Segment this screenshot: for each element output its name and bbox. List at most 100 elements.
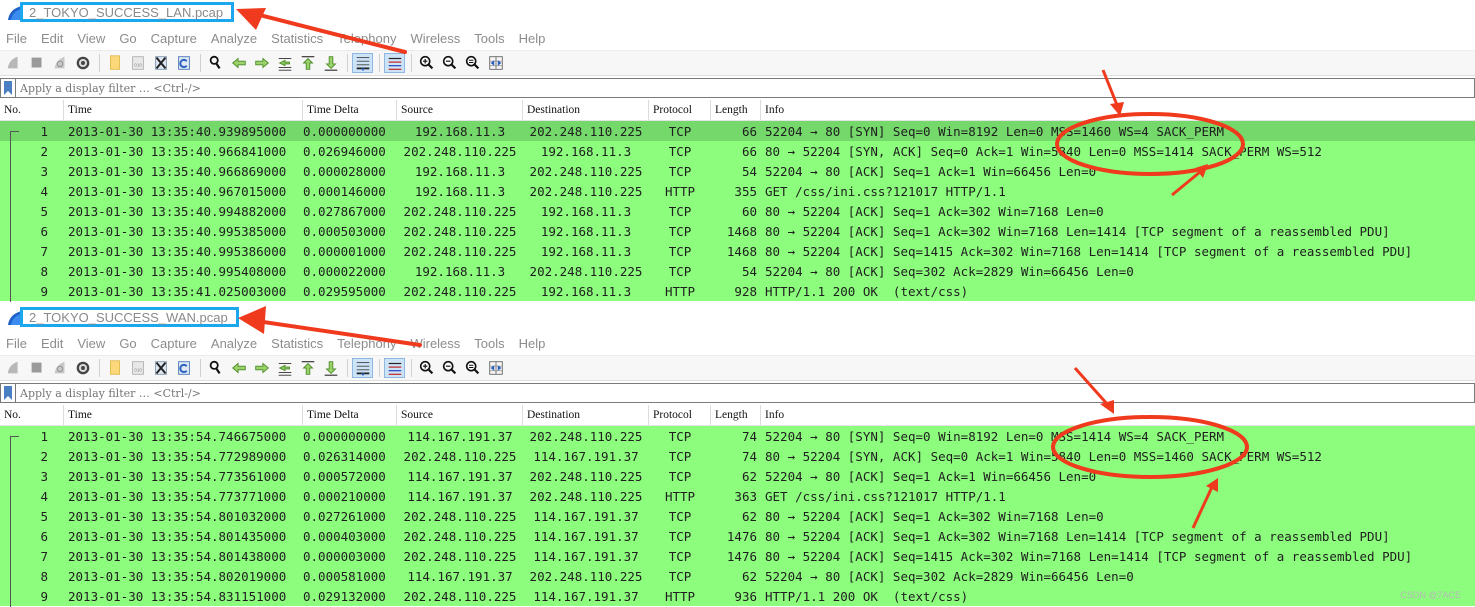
menu-go[interactable]: Go [119, 31, 136, 46]
column-header-length[interactable]: Length [711, 100, 761, 120]
go-last-icon[interactable] [320, 53, 341, 73]
menu-telephony[interactable]: Telephony [337, 31, 396, 46]
menu-go[interactable]: Go [119, 336, 136, 351]
resize-columns-icon[interactable] [485, 358, 506, 378]
packet-row[interactable]: 6 2013-01-30 13:35:54.801435000 0.00040300… [0, 526, 1475, 546]
menu-capture[interactable]: Capture [151, 31, 197, 46]
zoom-normal-icon[interactable] [462, 358, 483, 378]
go-forward-icon[interactable] [251, 358, 272, 378]
zoom-out-icon[interactable] [439, 358, 460, 378]
packet-row[interactable]: 7 2013-01-30 13:35:40.995386000 0.00000100… [0, 241, 1475, 261]
menu-help[interactable]: Help [519, 31, 546, 46]
menu-tools[interactable]: Tools [474, 336, 504, 351]
filter-bookmark-icon[interactable] [1, 384, 16, 402]
packet-row[interactable]: 7 2013-01-30 13:35:54.801438000 0.00000300… [0, 546, 1475, 566]
menu-view[interactable]: View [77, 336, 105, 351]
column-header-info[interactable]: Info [761, 405, 1475, 425]
packet-row[interactable]: 1 2013-01-30 13:35:54.746675000 0.00000000… [0, 426, 1475, 446]
packet-row[interactable]: 3 2013-01-30 13:35:54.773561000 0.00057200… [0, 466, 1475, 486]
packet-row[interactable]: 4 2013-01-30 13:35:40.967015000 0.00014600… [0, 181, 1475, 201]
packet-row[interactable]: 2 2013-01-30 13:35:54.772989000 0.02631400… [0, 446, 1475, 466]
column-header-number[interactable]: No. [0, 405, 64, 425]
packet-row[interactable]: 8 2013-01-30 13:35:40.995408000 0.00002200… [0, 261, 1475, 281]
column-header-length[interactable]: Length [711, 405, 761, 425]
restart-capture-icon[interactable] [49, 53, 70, 73]
go-forward-icon[interactable] [251, 53, 272, 73]
open-file-icon[interactable] [104, 53, 125, 73]
menu-view[interactable]: View [77, 31, 105, 46]
restart-capture-icon[interactable] [49, 358, 70, 378]
open-file-icon[interactable] [104, 358, 125, 378]
reload-file-icon[interactable] [173, 358, 194, 378]
resize-columns-icon[interactable] [485, 53, 506, 73]
save-file-icon[interactable]: 010 [127, 53, 148, 73]
column-header-source[interactable]: Source [397, 405, 523, 425]
go-first-icon[interactable] [297, 53, 318, 73]
shark-fin-start-icon[interactable] [3, 358, 24, 378]
column-header-protocol[interactable]: Protocol [649, 100, 711, 120]
packet-row[interactable]: 1 2013-01-30 13:35:40.939895000 0.00000000… [0, 121, 1475, 141]
zoom-in-icon[interactable] [416, 358, 437, 378]
find-packet-icon[interactable] [205, 53, 226, 73]
go-to-packet-icon[interactable] [274, 358, 295, 378]
menu-wireless[interactable]: Wireless [410, 336, 460, 351]
packet-row[interactable]: 5 2013-01-30 13:35:40.994882000 0.02786700… [0, 201, 1475, 221]
column-header-time-delta[interactable]: Time Delta [303, 100, 397, 120]
packet-row[interactable]: 3 2013-01-30 13:35:40.966869000 0.00002800… [0, 161, 1475, 181]
close-file-icon[interactable] [150, 358, 171, 378]
zoom-out-icon[interactable] [439, 53, 460, 73]
display-filter-input[interactable] [20, 81, 620, 95]
stop-capture-icon[interactable] [26, 358, 47, 378]
colorize-icon[interactable] [384, 358, 405, 378]
menu-edit[interactable]: Edit [41, 336, 63, 351]
column-header-time-delta[interactable]: Time Delta [303, 405, 397, 425]
packet-row[interactable]: 5 2013-01-30 13:35:54.801032000 0.02726100… [0, 506, 1475, 526]
menu-statistics[interactable]: Statistics [271, 336, 323, 351]
find-packet-icon[interactable] [205, 358, 226, 378]
packet-row[interactable]: 2 2013-01-30 13:35:40.966841000 0.02694600… [0, 141, 1475, 161]
autoscroll-icon[interactable] [352, 358, 373, 378]
go-last-icon[interactable] [320, 358, 341, 378]
display-filter-input[interactable] [20, 386, 620, 400]
reload-file-icon[interactable] [173, 53, 194, 73]
packet-row[interactable]: 9 2013-01-30 13:35:41.025003000 0.02959500… [0, 281, 1475, 301]
capture-options-gear-icon[interactable] [72, 358, 93, 378]
column-header-time[interactable]: Time [64, 100, 303, 120]
save-file-icon[interactable]: 010 [127, 358, 148, 378]
column-header-time[interactable]: Time [64, 405, 303, 425]
shark-fin-start-icon[interactable] [3, 53, 24, 73]
menu-telephony[interactable]: Telephony [337, 336, 396, 351]
menu-file[interactable]: File [6, 336, 27, 351]
go-back-icon[interactable] [228, 53, 249, 73]
menu-capture[interactable]: Capture [151, 336, 197, 351]
close-file-icon[interactable] [150, 53, 171, 73]
column-header-destination[interactable]: Destination [523, 100, 649, 120]
go-back-icon[interactable] [228, 358, 249, 378]
packet-row[interactable]: 9 2013-01-30 13:35:54.831151000 0.02913200… [0, 586, 1475, 606]
packet-row[interactable]: 8 2013-01-30 13:35:54.802019000 0.00058100… [0, 566, 1475, 586]
capture-options-gear-icon[interactable] [72, 53, 93, 73]
column-header-protocol[interactable]: Protocol [649, 405, 711, 425]
menu-edit[interactable]: Edit [41, 31, 63, 46]
go-first-icon[interactable] [297, 358, 318, 378]
packet-row[interactable]: 4 2013-01-30 13:35:54.773771000 0.00021000… [0, 486, 1475, 506]
column-header-info[interactable]: Info [761, 100, 1475, 120]
menu-file[interactable]: File [6, 31, 27, 46]
menu-analyze[interactable]: Analyze [211, 31, 257, 46]
zoom-in-icon[interactable] [416, 53, 437, 73]
menu-wireless[interactable]: Wireless [410, 31, 460, 46]
menu-analyze[interactable]: Analyze [211, 336, 257, 351]
menu-statistics[interactable]: Statistics [271, 31, 323, 46]
go-to-packet-icon[interactable] [274, 53, 295, 73]
colorize-icon[interactable] [384, 53, 405, 73]
column-header-source[interactable]: Source [397, 100, 523, 120]
stop-capture-icon[interactable] [26, 53, 47, 73]
filter-bookmark-icon[interactable] [1, 79, 16, 97]
column-header-number[interactable]: No. [0, 100, 64, 120]
column-header-destination[interactable]: Destination [523, 405, 649, 425]
menu-tools[interactable]: Tools [474, 31, 504, 46]
packet-row[interactable]: 6 2013-01-30 13:35:40.995385000 0.00050300… [0, 221, 1475, 241]
menu-help[interactable]: Help [519, 336, 546, 351]
autoscroll-icon[interactable] [352, 53, 373, 73]
zoom-normal-icon[interactable] [462, 53, 483, 73]
